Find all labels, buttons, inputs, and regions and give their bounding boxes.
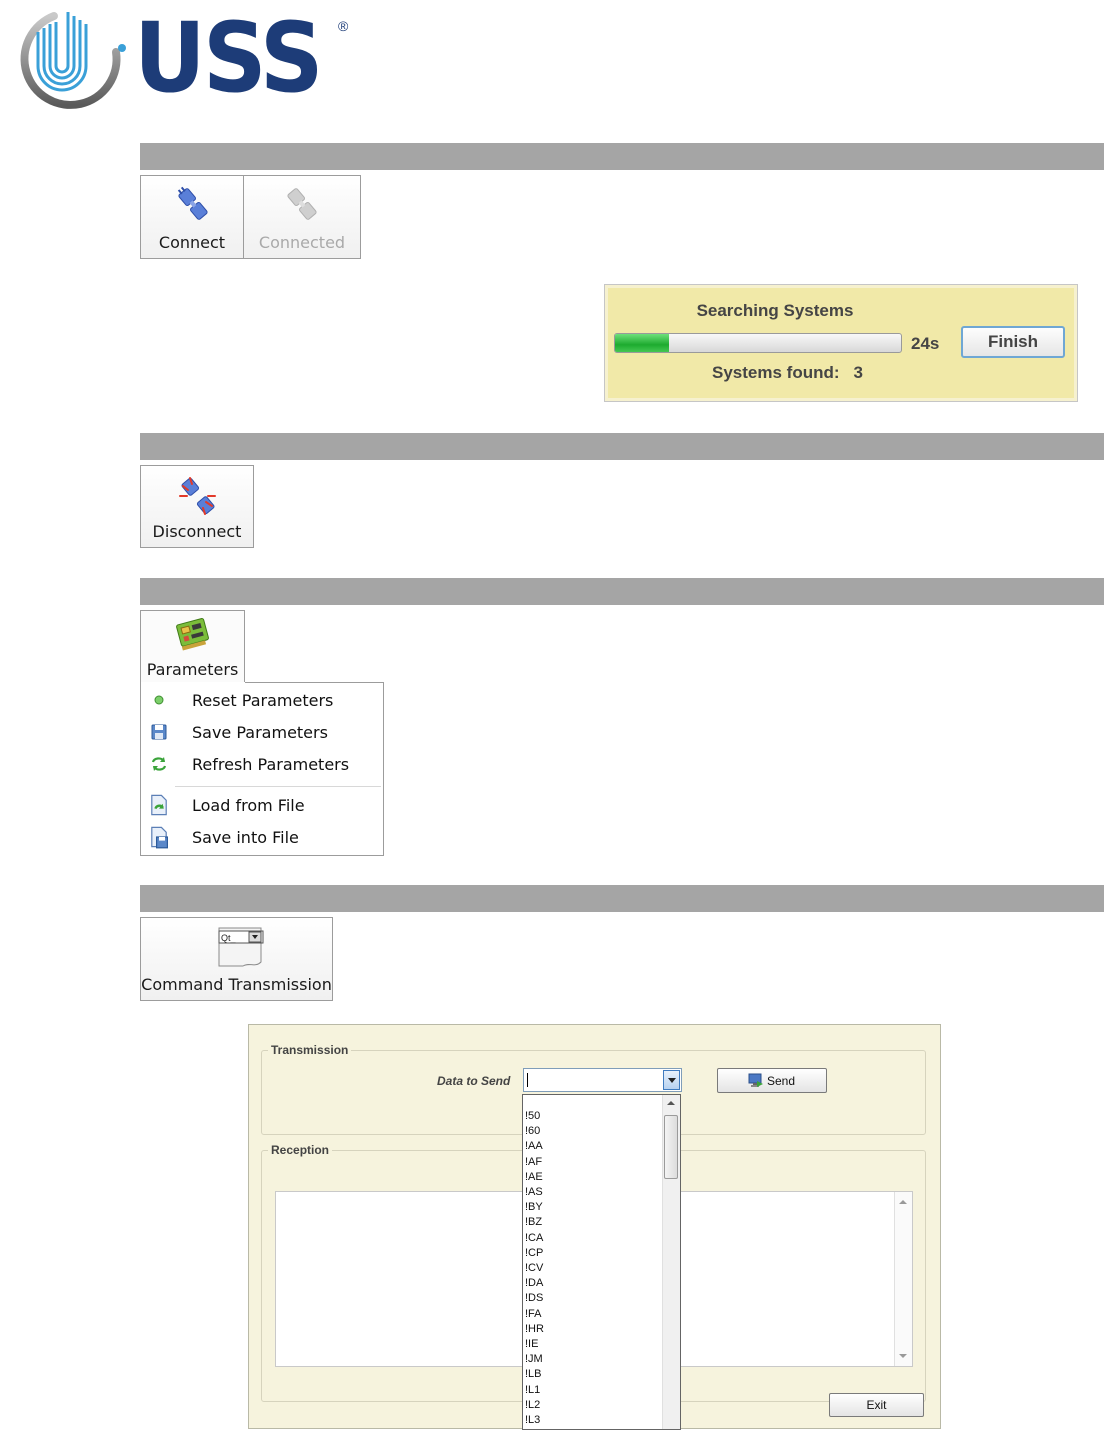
text-caret xyxy=(527,1073,528,1087)
disconnect-button[interactable]: Disconnect xyxy=(140,465,254,548)
dropdown-option[interactable]: !AS xyxy=(525,1185,543,1200)
plug-icon xyxy=(177,186,208,220)
dropdown-option[interactable]: !L2 xyxy=(525,1398,540,1413)
section-bar-connect xyxy=(140,143,1104,170)
search-progress-fill xyxy=(615,334,670,352)
parameters-label: Parameters xyxy=(146,660,239,679)
save-file-icon xyxy=(151,826,168,849)
scroll-down-icon[interactable] xyxy=(899,1354,907,1358)
menu-item-load-from-file[interactable]: Load from File xyxy=(141,790,383,820)
dropdown-scrollbar[interactable] xyxy=(662,1095,680,1429)
circuit-board-icon xyxy=(176,618,209,651)
scroll-thumb[interactable] xyxy=(664,1115,678,1179)
systems-found: Systems found: 3 xyxy=(712,363,863,383)
connected-button[interactable]: Connected xyxy=(243,175,361,259)
data-to-send-combo[interactable] xyxy=(523,1068,682,1092)
exit-button[interactable]: Exit xyxy=(829,1393,924,1417)
send-label: Send xyxy=(767,1074,796,1088)
dropdown-option[interactable]: !60 xyxy=(525,1124,540,1139)
systems-found-count: 3 xyxy=(853,363,863,382)
searching-title: Searching Systems xyxy=(696,301,854,320)
connect-label: Connect xyxy=(158,233,226,252)
plug-disabled-icon xyxy=(287,188,317,220)
floppy-icon xyxy=(151,724,167,740)
dropdown-option[interactable]: !JM xyxy=(525,1352,543,1367)
dropdown-option[interactable]: !AF xyxy=(525,1155,542,1170)
search-progress-bar xyxy=(614,333,902,353)
menu-item-reset-parameters[interactable]: Reset Parameters xyxy=(141,685,383,715)
unplug-icon xyxy=(179,477,216,515)
dropdown-option[interactable]: !L1 xyxy=(525,1383,540,1398)
dropdown-option[interactable]: !HR xyxy=(525,1322,544,1337)
menu-item-label: Load from File xyxy=(192,796,305,815)
transmission-group-label: Transmission xyxy=(268,1043,352,1057)
systems-found-label: Systems found: xyxy=(712,363,840,382)
disconnect-label: Disconnect xyxy=(152,522,242,541)
combo-dropdown-button[interactable] xyxy=(663,1070,680,1090)
menu-item-label: Save into File xyxy=(192,828,299,847)
command-transmission-button[interactable]: Qt_ Command Transmission xyxy=(140,917,333,1001)
parameters-menu: Reset Parameters Save Parameters Refresh… xyxy=(140,682,384,856)
data-to-send-label: Data to Send xyxy=(437,1074,511,1088)
scroll-up-icon[interactable] xyxy=(667,1101,675,1105)
finish-button[interactable]: Finish xyxy=(961,326,1065,358)
load-file-icon xyxy=(151,794,167,816)
transmission-dialog: Transmission Data to Send Send Reception… xyxy=(248,1024,941,1430)
dropdown-option[interactable]: !DA xyxy=(525,1276,543,1291)
dropdown-option[interactable]: !BY xyxy=(525,1200,543,1215)
green-dot-icon xyxy=(154,695,164,705)
menu-item-refresh-parameters[interactable]: Refresh Parameters xyxy=(141,749,383,779)
registered-mark: ® xyxy=(338,18,349,34)
dropdown-option[interactable]: !AA xyxy=(525,1139,543,1154)
uss-logo-mark-icon xyxy=(20,12,126,109)
menu-separator xyxy=(175,786,381,787)
reception-group-label: Reception xyxy=(268,1143,333,1157)
parameters-button[interactable]: Parameters xyxy=(140,610,245,683)
dropdown-option[interactable]: !FA xyxy=(525,1307,542,1322)
monitor-send-icon xyxy=(748,1073,763,1087)
dropdown-option[interactable]: !CA xyxy=(525,1231,543,1246)
dropdown-option[interactable]: !50 xyxy=(525,1109,540,1124)
menu-item-save-parameters[interactable]: Save Parameters xyxy=(141,717,383,747)
section-bar-command xyxy=(140,885,1104,912)
logo-text: USS xyxy=(134,2,323,114)
dropdown-option[interactable]: !CV xyxy=(525,1261,543,1276)
menu-item-label: Save Parameters xyxy=(192,723,328,742)
dropdown-option[interactable]: !BZ xyxy=(525,1215,542,1230)
uss-logo: USS ® xyxy=(4,2,354,114)
reception-scrollbar[interactable] xyxy=(894,1192,912,1366)
searching-systems-dialog: Searching Systems 24s Finish Systems fou… xyxy=(604,284,1078,402)
dropdown-option[interactable]: !AE xyxy=(525,1170,543,1185)
menu-item-label: Reset Parameters xyxy=(192,691,334,710)
command-transmission-label: Command Transmission xyxy=(141,975,332,994)
send-button[interactable]: Send xyxy=(717,1068,827,1093)
section-bar-disconnect xyxy=(140,433,1104,460)
connected-label: Connected xyxy=(258,233,346,252)
data-to-send-dropdown-list[interactable]: !50 !60 !AA !AF !AE !AS !BY !BZ !CA !CP !CV !DA !DS!… xyxy=(522,1094,681,1430)
menu-item-save-into-file[interactable]: Save into File xyxy=(141,822,383,852)
dropdown-option[interactable]: !DS xyxy=(525,1291,543,1306)
connect-button[interactable]: Connect xyxy=(140,175,244,259)
scroll-up-icon[interactable] xyxy=(899,1200,907,1204)
dropdown-option[interactable]: !CP xyxy=(525,1246,543,1261)
refresh-icon xyxy=(151,757,167,771)
dropdown-option[interactable]: !IE xyxy=(525,1337,538,1352)
section-bar-parameters xyxy=(140,578,1104,605)
dropdown-option[interactable]: !L3 xyxy=(525,1413,540,1428)
dropdown-option[interactable]: !LB xyxy=(525,1367,542,1382)
command-icon-text: Qt_ xyxy=(221,933,236,943)
elapsed-seconds: 24s xyxy=(911,334,940,353)
menu-item-label: Refresh Parameters xyxy=(192,755,350,774)
